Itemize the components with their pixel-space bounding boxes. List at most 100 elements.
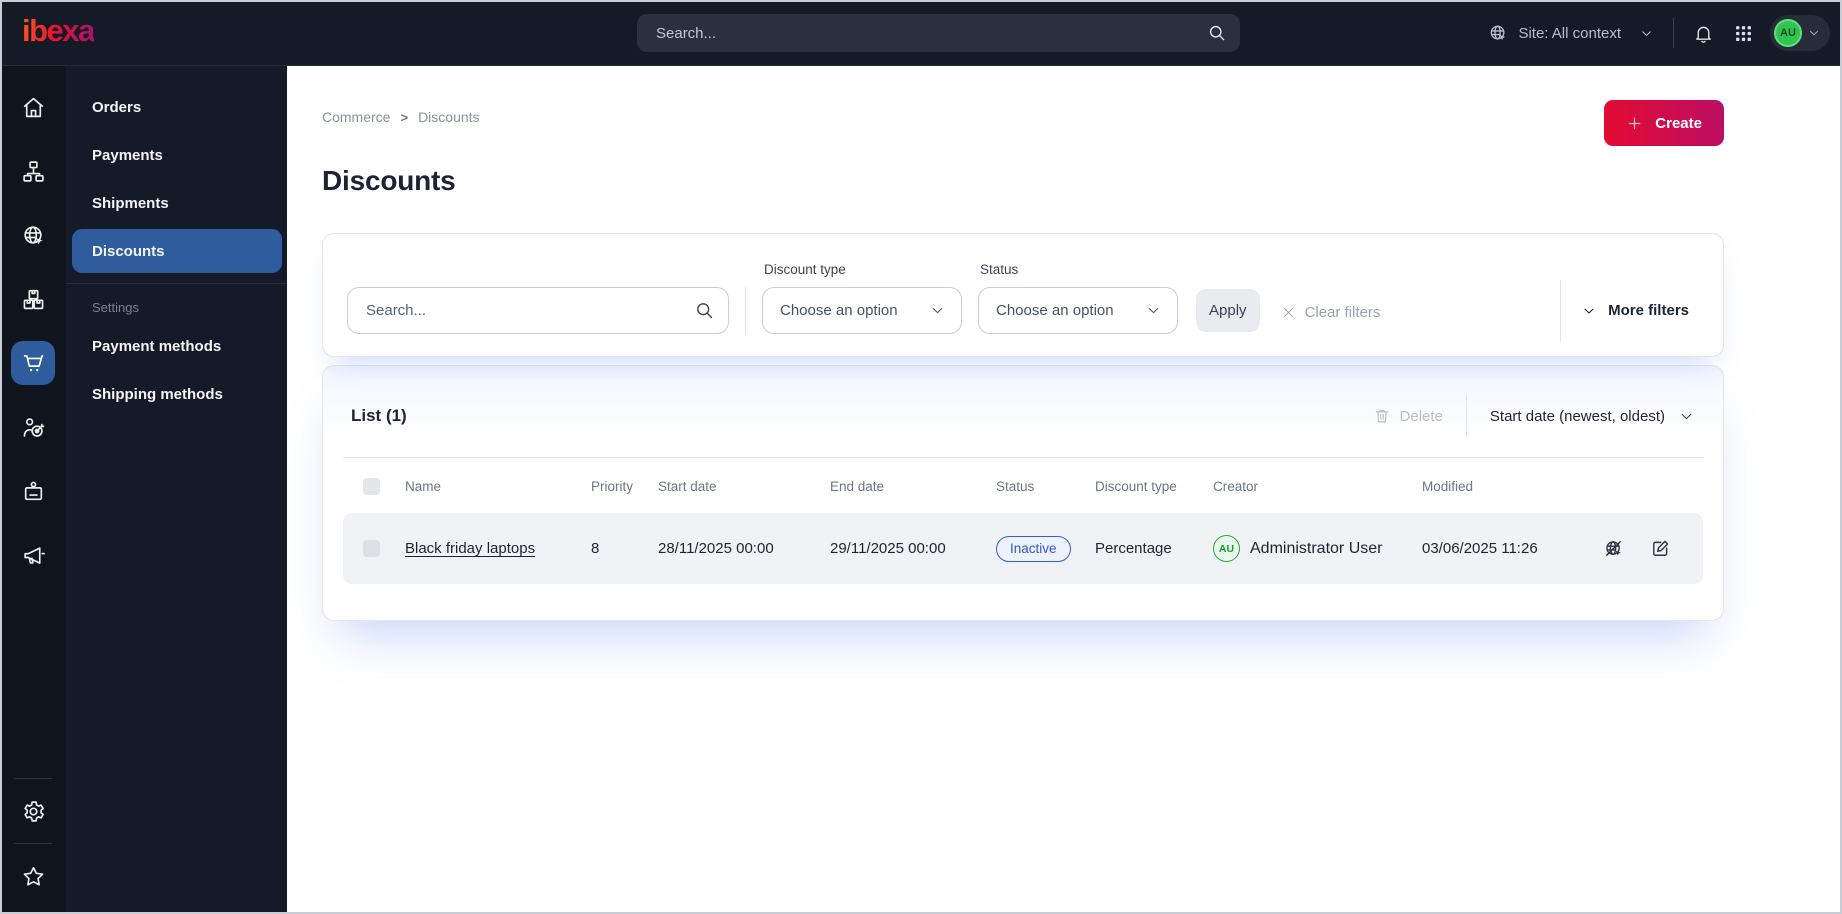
status-label: Status (980, 262, 1019, 277)
discount-name-link[interactable]: Black friday laptops (405, 540, 535, 557)
nav-settings[interactable] (11, 789, 55, 833)
filters-panel: Discount type Choose an option Status Ch… (322, 233, 1724, 357)
cart-icon (23, 354, 43, 371)
sidebar-item-payment-methods[interactable]: Payment methods (72, 324, 282, 368)
delete-button[interactable]: Delete (1373, 407, 1443, 425)
user-avatar: AU (1774, 19, 1802, 47)
customer-target-icon (23, 417, 44, 437)
sort-dropdown[interactable]: Start date (newest, oldest) (1490, 408, 1695, 425)
page-title: Discounts (322, 165, 456, 196)
end-date-cell: 29/11/2025 00:00 (830, 540, 946, 557)
main-content: Commerce > Discounts Create Discounts Se… (287, 66, 1842, 914)
column-header-name: Name (405, 478, 442, 494)
creator-cell: AU Administrator User (1213, 535, 1422, 562)
column-header-start-date: Start date (658, 478, 717, 494)
chevron-down-icon (1148, 307, 1159, 314)
global-search (637, 14, 1240, 52)
discount-type-select[interactable]: Choose an option (762, 287, 962, 334)
more-filters-button[interactable]: More filters (1581, 302, 1689, 319)
discount-type-field: Discount type Choose an option (762, 260, 962, 334)
clear-filters-label: Clear filters (1304, 304, 1381, 321)
sidebar-item-payments[interactable]: Payments (72, 133, 282, 177)
megaphone-icon (23, 546, 45, 564)
list-title: List (1) (351, 406, 407, 425)
create-button-label: Create (1655, 114, 1702, 132)
more-filters-label: More filters (1608, 302, 1689, 319)
breadcrumb-commerce[interactable]: Commerce (322, 109, 390, 125)
search-icon[interactable] (694, 300, 715, 321)
chevron-down-icon (1810, 30, 1818, 36)
global-search-input[interactable] (637, 14, 1240, 52)
table-row: Black friday laptops 8 28/11/2025 00:00 … (343, 513, 1703, 584)
nav-customer-portal[interactable] (11, 405, 55, 449)
chevron-down-icon (1642, 30, 1651, 36)
notifications-bell-icon[interactable] (1693, 23, 1714, 44)
product-boxes-icon (23, 289, 43, 309)
site-context-label: Site: All context (1518, 24, 1621, 42)
sidebar-item-discounts[interactable]: Discounts (72, 229, 282, 273)
apply-button[interactable]: Apply (1196, 289, 1260, 332)
sidebar-item-label: Orders (92, 98, 142, 116)
user-menu[interactable]: AU (1770, 15, 1830, 51)
sort-dropdown-label: Start date (newest, oldest) (1489, 407, 1665, 425)
filter-divider (745, 287, 746, 334)
create-button[interactable]: Create (1604, 100, 1724, 146)
trash-icon (1375, 409, 1388, 423)
clear-filters-button[interactable]: Clear filters (1281, 304, 1381, 321)
breadcrumb: Commerce > Discounts (322, 109, 480, 125)
filter-search-input[interactable] (347, 287, 729, 334)
search-icon[interactable] (1207, 23, 1227, 43)
sidebar-item-label: Payment methods (92, 337, 222, 355)
column-header-discount-type: Discount type (1095, 478, 1177, 494)
list-divider (343, 457, 1703, 458)
nav-product-catalog[interactable] (11, 277, 55, 321)
column-header-modified: Modified (1422, 478, 1474, 494)
edit-icon[interactable] (1650, 538, 1671, 559)
breadcrumb-discounts: Discounts (418, 109, 480, 125)
chevron-down-icon (932, 307, 943, 314)
settings-section-heading: Settings (92, 300, 139, 315)
select-all-checkbox[interactable] (363, 477, 380, 495)
sidebar-item-label: Shipping methods (92, 385, 223, 403)
breadcrumb-separator: > (400, 109, 409, 125)
discount-type-cell: Percentage (1095, 540, 1172, 557)
discounts-list-panel: List (1) Delete Start date (newest, olde… (322, 365, 1724, 621)
creator-name: Administrator User (1250, 539, 1383, 557)
app-grid-icon[interactable] (1733, 23, 1754, 44)
status-field: Status Choose an option (978, 260, 1178, 334)
nav-bookmarks[interactable] (11, 854, 55, 898)
nav-campaigns[interactable] (11, 533, 55, 577)
sidebar-item-label: Payments (92, 146, 163, 164)
sidebar-item-orders[interactable]: Orders (72, 85, 282, 129)
plus-icon (1628, 117, 1641, 129)
column-header-creator: Creator (1213, 478, 1259, 494)
column-header-priority: Priority (591, 478, 634, 494)
clear-x-icon (1283, 307, 1293, 318)
sidebar-item-shipping-methods[interactable]: Shipping methods (72, 372, 282, 416)
start-date-cell: 28/11/2025 00:00 (658, 540, 774, 557)
status-value: Choose an option (996, 302, 1114, 319)
topbar-divider (1673, 18, 1674, 48)
sidebar-item-shipments[interactable]: Shipments (72, 181, 282, 225)
row-checkbox[interactable] (363, 540, 380, 557)
sidebar-item-label: Shipments (92, 194, 169, 212)
status-select[interactable]: Choose an option (978, 287, 1178, 334)
preview-disabled-icon[interactable] (1603, 538, 1624, 559)
priority-cell: 8 (591, 540, 600, 557)
status-badge: Inactive (996, 535, 1071, 562)
badge-icon (24, 481, 42, 500)
nav-commerce[interactable] (11, 341, 55, 385)
chevron-down-icon (1584, 308, 1594, 314)
nav-content-tree[interactable] (11, 149, 55, 193)
nav-home[interactable] (11, 85, 55, 129)
nav-members[interactable] (11, 469, 55, 513)
creator-avatar: AU (1213, 535, 1240, 562)
delete-button-label: Delete (1399, 407, 1443, 425)
commerce-submenu: Orders Payments Shipments Discounts Sett… (66, 66, 287, 914)
globe-icon (1491, 25, 1506, 41)
site-context-selector[interactable]: Site: All context (1488, 23, 1654, 43)
ibexa-logo: ibexa (22, 13, 95, 48)
rail-divider (14, 778, 52, 779)
nav-site[interactable] (11, 213, 55, 257)
topbar-right: Site: All context AU (1488, 0, 1830, 66)
